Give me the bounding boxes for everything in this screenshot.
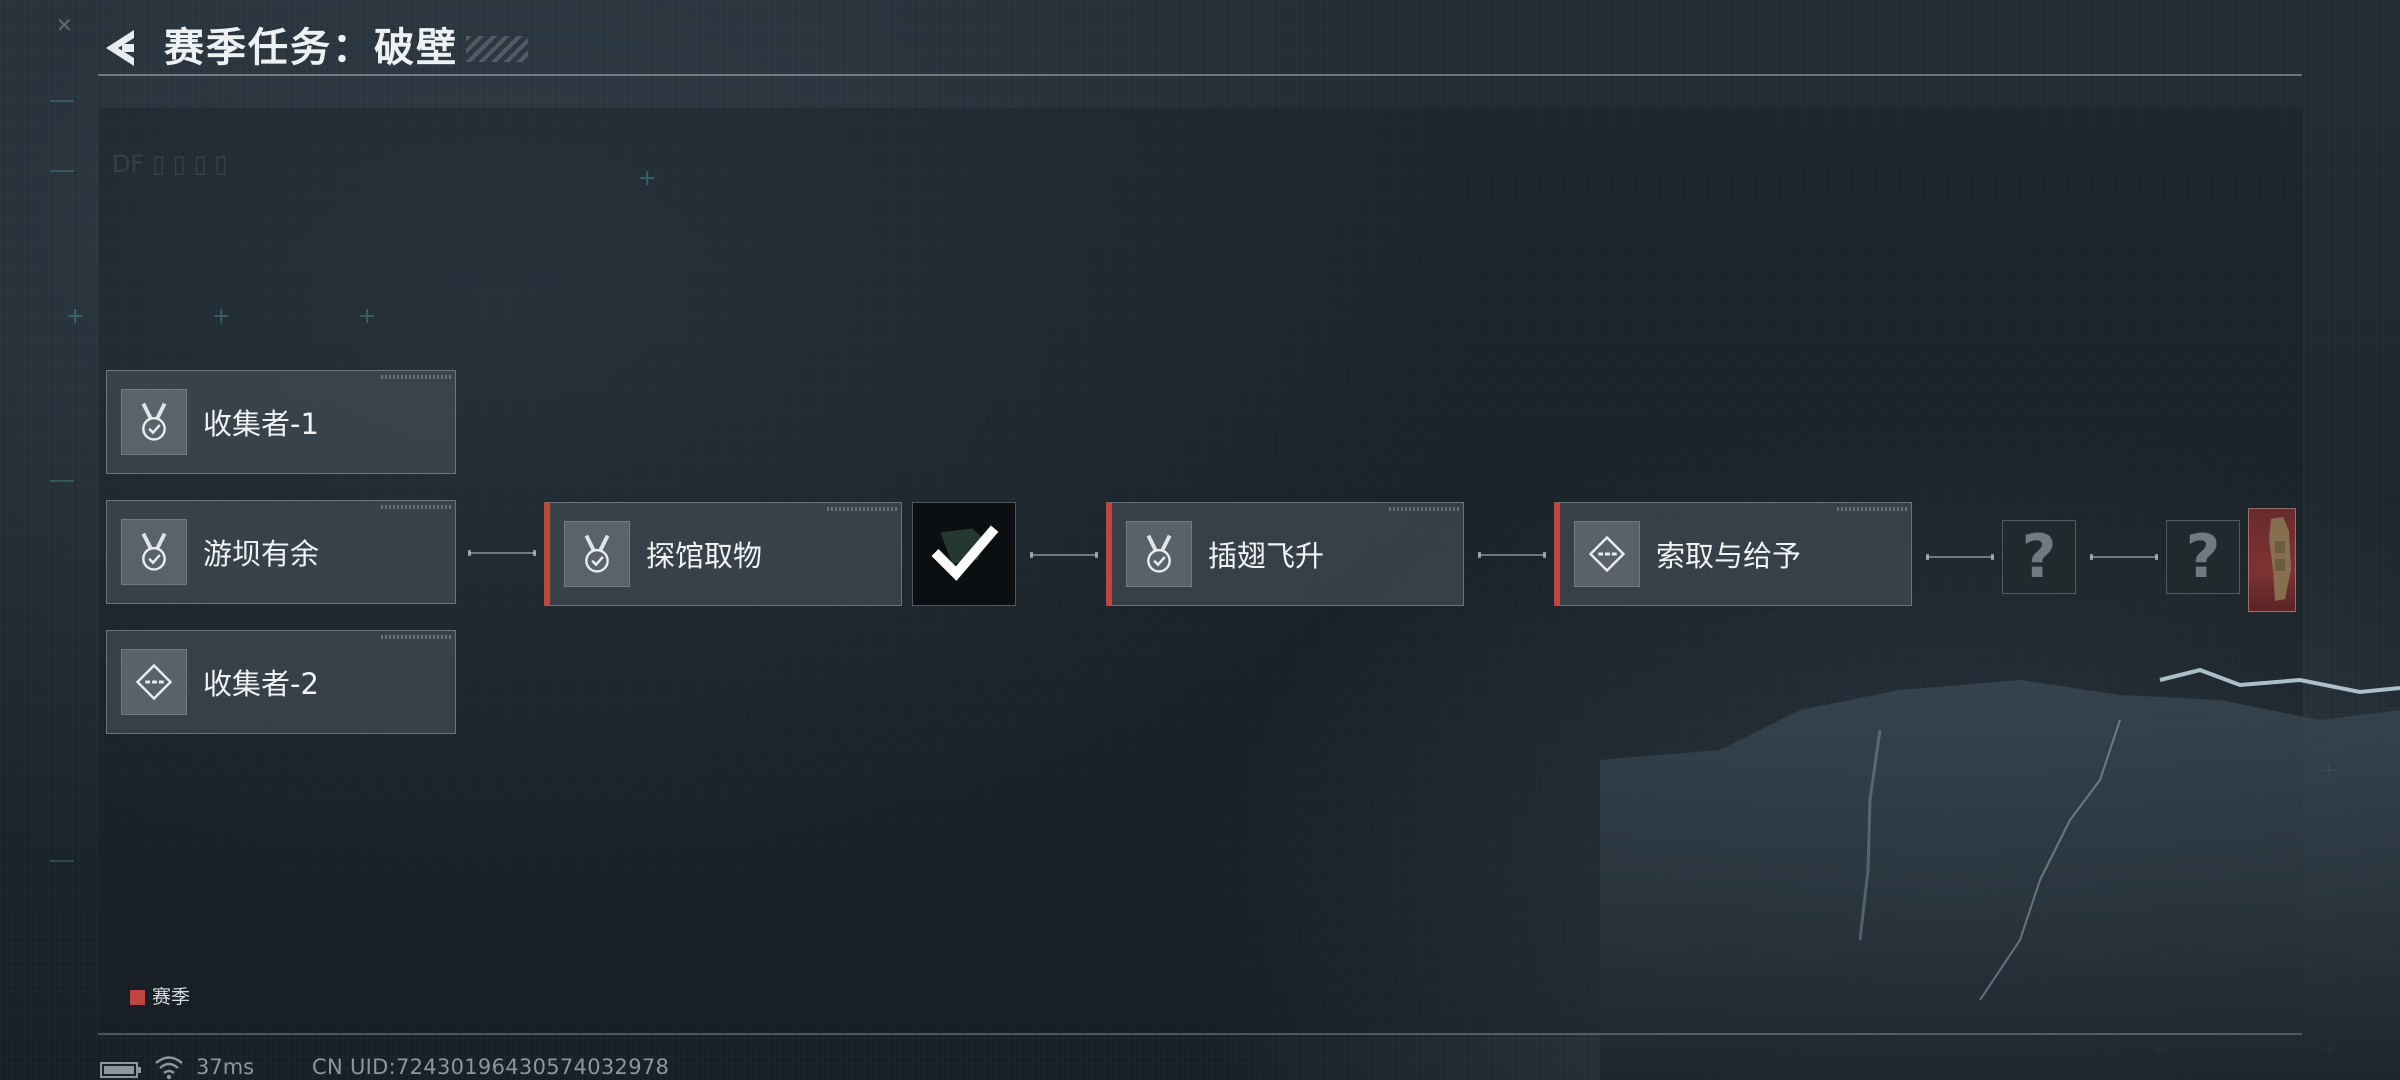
task-label: 探馆取物 — [646, 539, 763, 573]
diamond-dash-icon — [1574, 521, 1640, 587]
task-card-take-give[interactable]: 索取与给予 — [1554, 502, 1912, 606]
card-deco — [1389, 507, 1459, 511]
cross-mark: + — [66, 304, 85, 329]
legend-season-label: 赛季 — [152, 986, 191, 1008]
medal-check-icon — [121, 519, 187, 585]
task-label: 游坝有余 — [203, 537, 320, 571]
card-deco — [381, 505, 451, 509]
task-card-explore-take[interactable]: 探馆取物 — [544, 502, 902, 606]
medal-check-icon — [121, 389, 187, 455]
task-card-dam-surplus[interactable]: 游坝有余 — [106, 500, 456, 604]
task-label: 索取与给予 — [1656, 539, 1802, 573]
card-deco — [827, 507, 897, 511]
locked-task-first[interactable]: ? — [2002, 520, 2076, 594]
wifi-icon — [155, 1056, 183, 1080]
bg-deco-text: DF ▯ ▯ ▯ ▯ — [112, 150, 228, 178]
medal-check-icon — [1126, 521, 1192, 587]
ping-value: 37ms — [196, 1055, 255, 1079]
card-deco — [381, 375, 451, 379]
diamond-dash-icon — [121, 649, 187, 715]
task-connector — [1030, 552, 1098, 558]
footer-divider — [98, 1033, 2302, 1035]
task-connector — [468, 550, 536, 556]
header-divider — [98, 74, 2302, 76]
task-label: 插翅飞升 — [1208, 539, 1325, 573]
task-connector — [2090, 554, 2158, 560]
task-connector — [1478, 552, 1546, 558]
locked-task-second[interactable]: ? — [2166, 520, 2240, 594]
title-stripes-decoration — [466, 36, 528, 62]
medal-check-icon — [564, 521, 630, 587]
task-card-take-flight[interactable]: 插翅飞升 — [1106, 502, 1464, 606]
cross-mark: + — [638, 166, 657, 191]
side-tick — [50, 100, 74, 102]
cross-mark: + — [212, 304, 231, 329]
battery-icon — [100, 1062, 141, 1078]
task-card-collector-2[interactable]: 收集者-2 — [106, 630, 456, 734]
legend-season-swatch — [130, 990, 145, 1005]
task-label: 收集者-1 — [203, 407, 319, 441]
mountain-lightning-decoration — [1600, 667, 2400, 1080]
card-deco — [381, 635, 451, 639]
card-deco — [1837, 507, 1907, 511]
corner-cross: ✕ — [56, 13, 73, 37]
armor-vest-icon — [2269, 517, 2291, 601]
task-label: 收集者-2 — [203, 667, 319, 701]
player-uid: CN UID:724301964305740329​78 — [312, 1055, 670, 1079]
back-button[interactable] — [96, 24, 144, 72]
task-card-collector-1[interactable]: 收集者-1 — [106, 370, 456, 474]
cross-mark: + — [358, 304, 377, 329]
task-connector — [1926, 554, 1994, 560]
season-task-screen: + + + + + + + ✕ DF ▯ ▯ ▯ ▯ 赛季任务：破壁 — [0, 0, 2400, 1080]
reward-item-thumbnail[interactable] — [2248, 508, 2296, 612]
side-tick — [50, 860, 74, 862]
page-title: 赛季任务：破壁 — [164, 25, 458, 71]
completed-check-icon — [912, 502, 1016, 606]
side-tick — [50, 480, 74, 482]
side-tick — [50, 170, 74, 172]
